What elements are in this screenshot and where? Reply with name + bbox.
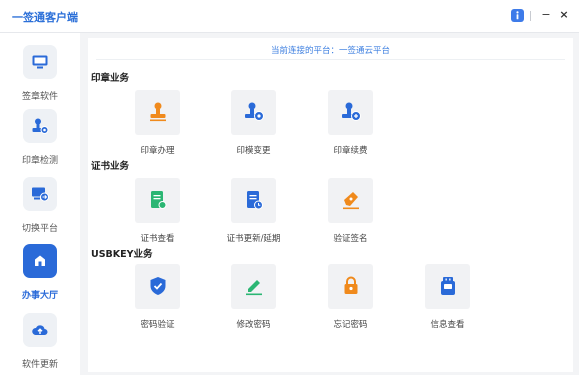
sidebar-item-service-hall[interactable]: 办事大厅 bbox=[0, 244, 80, 310]
shield-check-icon bbox=[135, 264, 180, 309]
divider bbox=[96, 59, 565, 60]
title-bar: 一签通客户端 − × bbox=[0, 0, 579, 33]
service-info-view[interactable]: 信息查看 bbox=[400, 264, 490, 344]
section-title-usbkey: USBKEY业务 bbox=[91, 249, 153, 260]
service-label: 信息查看 bbox=[430, 320, 465, 330]
sidebar-item-switch-platform[interactable]: 切换平台 bbox=[0, 177, 80, 243]
content-panel: 当前连接的平台：一签通云平台 印章业务 印章办理 印模变更 印章续费 证书业务 bbox=[88, 38, 573, 372]
close-button[interactable]: × bbox=[558, 6, 570, 24]
monitor-icon bbox=[23, 45, 57, 79]
seal-renew-icon bbox=[328, 90, 373, 135]
service-seal-renew[interactable]: 印章续费 bbox=[303, 90, 393, 170]
main-area: 当前连接的平台：一签通云平台 印章业务 印章办理 印模变更 印章续费 证书业务 bbox=[80, 33, 579, 375]
service-label: 印章续费 bbox=[333, 146, 368, 156]
service-label: 修改密码 bbox=[236, 320, 271, 330]
service-label: 证书查看 bbox=[140, 234, 175, 244]
service-certificate-update[interactable]: 证书更新/延期 bbox=[206, 178, 296, 258]
verify-signature-icon bbox=[328, 178, 373, 223]
seal-check-icon bbox=[23, 109, 57, 143]
service-forgot-password[interactable]: 忘记密码 bbox=[303, 264, 393, 344]
connection-status: 当前连接的平台：一签通云平台 bbox=[270, 46, 390, 56]
info-icon[interactable] bbox=[511, 9, 524, 22]
service-label: 忘记密码 bbox=[333, 320, 368, 330]
certificate-update-icon bbox=[231, 178, 276, 223]
service-label: 印模变更 bbox=[236, 146, 271, 156]
service-change-password[interactable]: 修改密码 bbox=[206, 264, 296, 344]
lock-icon bbox=[328, 264, 373, 309]
sidebar-item-label: 切换平台 bbox=[21, 224, 58, 234]
certificate-view-icon bbox=[135, 178, 180, 223]
section-title-seal: 印章业务 bbox=[91, 73, 130, 84]
title-separator bbox=[530, 11, 531, 21]
minimize-button[interactable]: − bbox=[540, 6, 552, 24]
service-label: 印章办理 bbox=[140, 146, 175, 156]
sidebar-item-label: 印章检测 bbox=[21, 156, 58, 166]
service-label: 验证签名 bbox=[333, 234, 368, 244]
service-seal-change[interactable]: 印模变更 bbox=[206, 90, 296, 170]
edit-pen-icon bbox=[231, 264, 276, 309]
home-icon bbox=[23, 244, 57, 278]
sidebar-item-label: 签章软件 bbox=[21, 92, 58, 102]
service-password-verify[interactable]: 密码验证 bbox=[110, 264, 200, 344]
sidebar-item-software-update[interactable]: 软件更新 bbox=[0, 313, 80, 375]
seal-change-icon bbox=[231, 90, 276, 135]
switch-platform-icon bbox=[23, 177, 57, 211]
cloud-upload-icon bbox=[23, 313, 57, 347]
sidebar-item-label: 办事大厅 bbox=[21, 291, 58, 301]
service-verify-signature[interactable]: 验证签名 bbox=[303, 178, 393, 258]
sidebar-item-seal-check[interactable]: 印章检测 bbox=[0, 109, 80, 175]
sidebar-item-label: 软件更新 bbox=[21, 360, 58, 370]
sidebar-item-signature-software[interactable]: 签章软件 bbox=[0, 45, 80, 111]
service-label: 密码验证 bbox=[140, 320, 175, 330]
section-title-certificate: 证书业务 bbox=[91, 161, 130, 172]
service-label: 证书更新/延期 bbox=[226, 234, 281, 244]
usb-key-icon bbox=[425, 264, 470, 309]
seal-stamp-icon bbox=[135, 90, 180, 135]
sidebar: 签章软件 印章检测 切换平台 办事大厅 软件更新 bbox=[0, 33, 80, 375]
app-title: 一签通客户端 bbox=[12, 11, 78, 24]
